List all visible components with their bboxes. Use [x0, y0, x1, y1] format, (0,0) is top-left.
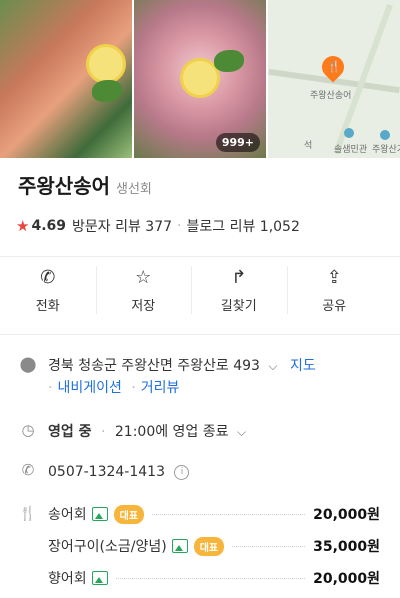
- separator-dot: ·: [100, 424, 106, 440]
- info-icon[interactable]: i: [174, 464, 190, 480]
- signature-badge: 대표: [193, 536, 225, 556]
- clock-icon: ◷: [21, 421, 35, 439]
- menu-item-price: 20,000원: [313, 507, 380, 523]
- phone-section[interactable]: ✆ 0507-1324-1413 i: [18, 461, 382, 483]
- map-poi-label: 석: [304, 141, 313, 151]
- phone-icon: ✆: [21, 461, 35, 479]
- share-button[interactable]: ⇪ 공유: [286, 258, 383, 322]
- open-status: 영업 중: [48, 424, 92, 440]
- map-poi-label: 솔샘민관: [334, 145, 368, 155]
- divider: [0, 334, 400, 335]
- action-label: 전화: [35, 298, 60, 314]
- hours-section[interactable]: ◷ 영업 중 · 21:00에 영업 종료 ⌵: [18, 421, 382, 443]
- menu-item-name: 장어구이(소금/양념): [48, 539, 167, 555]
- visitor-reviews-link[interactable]: 방문자 리뷰 377: [72, 216, 172, 236]
- separator-dot: ·: [131, 380, 136, 396]
- phone-icon: ✆: [40, 266, 56, 288]
- separator-dot: ·: [48, 380, 53, 396]
- leader-line: [152, 513, 306, 515]
- fork-knife-icon: 🍴: [327, 60, 341, 73]
- street-view-link[interactable]: 거리뷰: [141, 380, 180, 396]
- herb-garnish: [92, 80, 122, 102]
- photo-gallery[interactable]: 999+ 🍴 주왕산송어 석 솔샘민관 주왕산거: [0, 0, 400, 158]
- star-icon: ★: [16, 217, 30, 235]
- location-pin-icon: ⬤: [19, 355, 37, 373]
- place-name: 주왕산송어: [18, 174, 110, 198]
- address-text: 경북 청송군 주왕산면 주왕산로 493: [48, 358, 260, 374]
- map-poi-label: 주왕산거: [372, 145, 400, 155]
- chevron-down-icon[interactable]: ⌵: [268, 359, 277, 373]
- map-place-label: 주왕산송어: [310, 91, 352, 101]
- action-label: 저장: [131, 298, 156, 314]
- place-category: 생선회: [116, 182, 152, 197]
- closing-time: 21:00에 영업 종료: [114, 424, 229, 440]
- menu-item-price: 35,000원: [313, 539, 380, 555]
- save-button[interactable]: ☆ 저장: [95, 258, 192, 322]
- menu-item[interactable]: 향어회 20,000원: [18, 562, 380, 594]
- map-poi-marker: [344, 128, 354, 138]
- map-thumbnail[interactable]: 🍴 주왕산송어 석 솔샘민관 주왕산거: [268, 0, 400, 158]
- rating-score: 4.69: [31, 218, 66, 234]
- share-icon: ⇪: [326, 266, 342, 288]
- place-header: 주왕산송어 생선회: [18, 170, 152, 199]
- signature-badge: 대표: [113, 504, 145, 524]
- menu-item[interactable]: 장어구이(소금/양념) 대표 35,000원: [18, 530, 380, 562]
- separator-dot: ·: [177, 218, 182, 234]
- star-icon: ☆: [135, 266, 152, 288]
- menu-item[interactable]: 🍴 송어회 대표 20,000원: [18, 498, 380, 530]
- map-link[interactable]: 지도: [290, 358, 316, 374]
- directions-icon: ↱: [231, 266, 247, 288]
- leader-line: [232, 545, 306, 547]
- blog-reviews-link[interactable]: 블로그 리뷰 1,052: [186, 216, 299, 236]
- navigation-link[interactable]: 내비게이션: [57, 380, 121, 396]
- call-button[interactable]: ✆ 전화: [0, 258, 96, 322]
- rating-row: ★ 4.69 방문자 리뷰 377 · 블로그 리뷰 1,052: [16, 216, 300, 236]
- divider: [0, 256, 400, 257]
- photo-trout-platter[interactable]: [0, 0, 132, 158]
- phone-number[interactable]: 0507-1324-1413: [48, 464, 165, 480]
- address-section: ⬤ 경북 청송군 주왕산면 주왕산로 493 ⌵ 지도 · 내비게이션 · 거리뷰: [18, 355, 382, 399]
- menu-item-name: 송어회: [48, 507, 87, 523]
- image-icon: [171, 539, 188, 553]
- herb-garnish: [214, 50, 244, 72]
- photo-sashimi-plate[interactable]: 999+: [134, 0, 266, 158]
- menu-item-price: 20,000원: [313, 571, 380, 587]
- map-poi-marker: [380, 130, 390, 140]
- directions-button[interactable]: ↱ 길찾기: [191, 258, 287, 322]
- leader-line: [115, 577, 306, 579]
- menu-list: 🍴 송어회 대표 20,000원 장어구이(소금/양념) 대표 35,000원 …: [18, 498, 380, 594]
- photo-count-badge: 999+: [215, 133, 260, 152]
- menu-item-name: 향어회: [48, 571, 87, 587]
- utensils-icon: 🍴: [19, 506, 37, 522]
- action-label: 공유: [322, 298, 347, 314]
- action-bar: ✆ 전화 ☆ 저장 ↱ 길찾기 ⇪ 공유: [0, 258, 382, 322]
- chevron-down-icon[interactable]: ⌵: [237, 425, 246, 439]
- action-label: 길찾기: [220, 298, 257, 314]
- image-icon: [91, 507, 108, 521]
- image-icon: [91, 571, 108, 585]
- lemon-garnish: [86, 44, 126, 84]
